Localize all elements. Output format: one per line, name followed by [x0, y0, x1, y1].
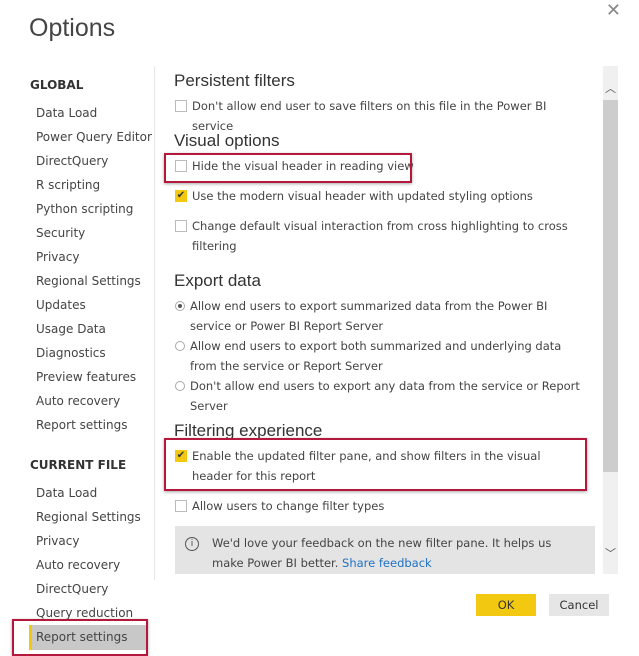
option-label: Allow users to change filter types	[192, 499, 385, 513]
radio[interactable]	[175, 381, 185, 391]
section-heading-export-data: Export data	[174, 271, 261, 290]
nav-item-data-load[interactable]: Data Load	[36, 486, 97, 500]
nav-item-data-load[interactable]: Data Load	[36, 106, 97, 120]
nav-item-r-scripting[interactable]: R scripting	[36, 178, 100, 192]
option-modern-visual-header[interactable]: ✔ Use the modern visual header with updat…	[175, 186, 585, 206]
scroll-up-icon[interactable]: ︿	[603, 80, 618, 96]
feedback-info-banner: i We'd love your feedback on the new fil…	[175, 526, 595, 574]
option-persistent-filters[interactable]: Don't allow end user to save filters on …	[175, 96, 585, 136]
scroll-down-icon[interactable]: ﹀	[603, 545, 618, 561]
radio-export-none[interactable]: Don't allow end users to export any data…	[175, 376, 585, 416]
option-label: Allow end users to export summarized dat…	[190, 299, 548, 333]
option-label: Allow end users to export both summarize…	[190, 339, 562, 373]
nav-item-regional-settings[interactable]: Regional Settings	[36, 274, 141, 288]
radio-export-both[interactable]: Allow end users to export both summarize…	[175, 336, 585, 376]
section-heading-persistent-filters: Persistent filters	[174, 71, 295, 90]
nav-item-power-query-editor[interactable]: Power Query Editor	[36, 130, 152, 144]
ok-button[interactable]: OK	[476, 594, 536, 616]
close-icon[interactable]: ✕	[606, 0, 621, 21]
nav-item-privacy[interactable]: Privacy	[36, 534, 79, 548]
option-change-filter-types[interactable]: Allow users to change filter types	[175, 496, 585, 516]
highlight-box-report-settings	[12, 619, 148, 656]
scrollbar-thumb[interactable]	[603, 100, 618, 472]
highlight-box-hide-visual-header	[164, 153, 412, 183]
radio-selected[interactable]	[175, 301, 185, 311]
section-heading-visual-options: Visual options	[174, 131, 280, 150]
nav-item-usage-data[interactable]: Usage Data	[36, 322, 106, 336]
nav-item-privacy[interactable]: Privacy	[36, 250, 79, 264]
nav-item-directquery[interactable]: DirectQuery	[36, 582, 108, 596]
info-icon: i	[185, 537, 199, 551]
dialog-title: Options	[29, 14, 116, 42]
option-label: Don't allow end users to export any data…	[190, 379, 580, 413]
divider	[154, 66, 155, 580]
nav-item-auto-recovery[interactable]: Auto recovery	[36, 394, 120, 408]
checkbox[interactable]	[175, 220, 187, 232]
nav-heading-current-file: CURRENT FILE	[30, 458, 127, 472]
nav-item-auto-recovery[interactable]: Auto recovery	[36, 558, 120, 572]
checkbox[interactable]	[175, 500, 187, 512]
nav-item-preview-features[interactable]: Preview features	[36, 370, 136, 384]
nav-item-python-scripting[interactable]: Python scripting	[36, 202, 133, 216]
nav-item-diagnostics[interactable]: Diagnostics	[36, 346, 106, 360]
share-feedback-link[interactable]: Share feedback	[342, 556, 432, 570]
nav-item-report-settings[interactable]: Report settings	[36, 418, 127, 432]
radio-export-summarized[interactable]: Allow end users to export summarized dat…	[175, 296, 585, 336]
nav-item-updates[interactable]: Updates	[36, 298, 86, 312]
checkbox-checked[interactable]: ✔	[175, 190, 187, 202]
option-label: Change default visual interaction from c…	[192, 219, 568, 253]
nav-item-directquery[interactable]: DirectQuery	[36, 154, 108, 168]
nav-item-security[interactable]: Security	[36, 226, 85, 240]
cancel-button[interactable]: Cancel	[549, 594, 609, 616]
radio[interactable]	[175, 341, 185, 351]
nav-heading-global: GLOBAL	[30, 78, 84, 92]
checkbox[interactable]	[175, 100, 187, 112]
option-label: Use the modern visual header with update…	[192, 189, 533, 203]
nav-item-query-reduction[interactable]: Query reduction	[36, 606, 133, 620]
nav-item-regional-settings[interactable]: Regional Settings	[36, 510, 141, 524]
option-label: Don't allow end user to save filters on …	[192, 99, 547, 133]
highlight-box-filter-pane	[164, 438, 587, 491]
option-cross-filtering[interactable]: Change default visual interaction from c…	[175, 216, 585, 256]
